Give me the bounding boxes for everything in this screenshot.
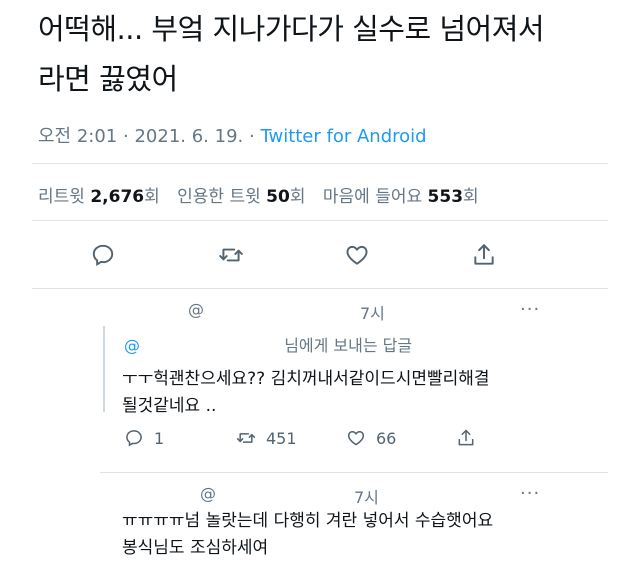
retweets-stat[interactable]: 리트윗 2,676회 — [38, 187, 160, 207]
tweet-text-line-1: 어떡해... 부엌 지나가다가 실수로 넘어져서 — [38, 12, 545, 46]
reply-count: 1 — [154, 428, 165, 448]
reply-text: ㅠㅠㅠㅠ넘 놀랏는데 다행히 겨란 넣어서 수습햇어요 봉식님도 조심하세여 — [122, 508, 493, 562]
share-button[interactable] — [469, 240, 499, 270]
meta-separator: · — [123, 126, 129, 147]
heart-icon — [346, 245, 368, 265]
likes-label: 마음에 들어요 — [322, 187, 423, 207]
tweet-source-link[interactable]: Twitter for Android — [260, 126, 426, 147]
like-button[interactable] — [342, 240, 372, 270]
reply-button[interactable] — [88, 240, 118, 270]
likes-unit: 회 — [463, 187, 479, 207]
share-icon — [458, 429, 474, 446]
replying-to: @ 님에게 보내는 답글 — [124, 332, 412, 356]
reply-text-line-2: 봉식님도 조심하세여 — [122, 538, 269, 558]
retweet-icon — [219, 248, 243, 262]
reply-text: ㅜㅜ헉괜찬으세요?? 김치꺼내서같이드시면빨리해결 될것같네요 .. — [122, 366, 490, 420]
tweet-time: 오전 2:01 — [38, 126, 118, 147]
replying-to-label: 님에게 보내는 답글 — [284, 336, 413, 355]
retweet-icon — [236, 433, 256, 443]
retweets-unit: 회 — [144, 187, 160, 207]
reply-handle[interactable]: @ — [188, 300, 204, 319]
tweet-meta: 오전 2:01 · 2021. 6. 19. · Twitter for And… — [38, 122, 427, 148]
reply-time[interactable]: 7시 — [354, 484, 379, 508]
divider — [100, 472, 608, 473]
more-options-icon[interactable]: ··· — [520, 299, 540, 320]
meta-separator: · — [248, 126, 255, 147]
tweet-text: 어떡해... 부엌 지나가다가 실수로 넘어져서 라면 끓였어 — [38, 4, 618, 104]
reply-avatar-placeholder[interactable] — [110, 292, 132, 310]
more-options-icon[interactable]: ··· — [520, 483, 540, 504]
retweet-button[interactable] — [216, 240, 246, 270]
reply-like-button[interactable]: 66 — [346, 428, 456, 448]
share-icon — [474, 244, 494, 265]
reply-icon — [92, 244, 114, 267]
reply-reply-button[interactable]: 1 — [124, 428, 236, 448]
thread-line — [103, 326, 105, 412]
retweets-count: 2,676 — [90, 187, 145, 207]
heart-icon — [347, 431, 365, 446]
quotes-unit: 회 — [289, 187, 306, 207]
reply-text-line-1: ㅜㅜ헉괜찬으세요?? 김치꺼내서같이드시면빨리해결 — [122, 369, 490, 389]
tweet-text-line-2: 라면 끓였어 — [38, 62, 178, 96]
likes-stat[interactable]: 마음에 들어요 553회 — [323, 187, 479, 207]
reply-actions: 1 451 66 — [124, 428, 504, 448]
reply-text-line-2: 될것같네요 .. — [122, 396, 217, 416]
reply-time[interactable]: 7시 — [360, 300, 385, 324]
retweet-count: 451 — [266, 428, 297, 448]
replying-to-handle[interactable]: @ — [124, 336, 140, 355]
like-count: 66 — [376, 428, 397, 448]
divider — [32, 288, 608, 289]
quotes-label: 인용한 트윗 — [177, 187, 261, 207]
reply-retweet-button[interactable]: 451 — [236, 428, 346, 448]
reply-text-line-1: ㅠㅠㅠㅠ넘 놀랏는데 다행히 겨란 넣어서 수습햇어요 — [122, 511, 494, 531]
tweet-date[interactable]: 2021. 6. 19. — [134, 126, 243, 147]
likes-count: 553 — [427, 187, 464, 207]
divider — [32, 220, 608, 221]
reply-share-button[interactable] — [456, 428, 476, 448]
tweet-stats: 리트윗 2,676회 인용한 트윗 50회 마음에 들어요 553회 — [38, 182, 479, 207]
reply-handle[interactable]: @ — [200, 484, 216, 503]
quotes-count: 50 — [266, 187, 290, 207]
retweets-label: 리트윗 — [38, 187, 85, 207]
reply-icon — [126, 430, 142, 447]
quotes-stat[interactable]: 인용한 트윗 50회 — [177, 187, 305, 207]
divider — [32, 163, 608, 164]
